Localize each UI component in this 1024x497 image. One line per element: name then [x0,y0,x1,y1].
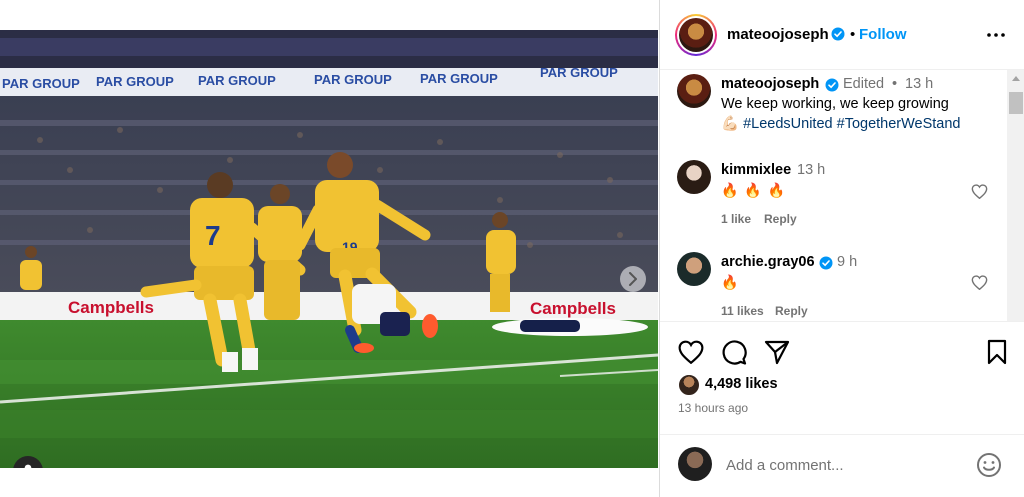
comment-icon[interactable] [721,339,747,365]
user-tag-icon [24,464,32,468]
sign-text: PAR GROUP [420,71,498,86]
liked-by-avatar[interactable] [678,374,700,396]
post-actions: 4,498 likes 13 hours ago [660,322,1024,434]
chevron-right-icon [629,272,637,286]
caption-line: We keep working, we keep growing [721,96,949,112]
current-user-avatar [678,447,712,481]
board-text: Campbells [530,299,616,318]
verified-icon [819,256,833,270]
verified-icon [825,78,839,92]
hashtag-link[interactable]: #LeedsUnited [743,116,833,132]
emoji-icon[interactable] [976,452,1002,478]
caption-dot: • [892,76,898,92]
caption-username[interactable]: mateoojoseph [721,76,819,92]
bookmark-icon[interactable] [987,339,1007,365]
comment-text: 🔥🔥🔥 [721,182,792,198]
more-icon[interactable] [987,33,1005,37]
sign-text: PAR GROUP [314,72,392,87]
comment-avatar[interactable] [677,160,711,194]
sign-text: PAR GROUP [198,73,276,88]
header-separator: • [850,26,856,43]
likes-count[interactable]: 4,498 likes [705,376,778,392]
next-photo-button[interactable] [620,266,646,292]
comment-username[interactable]: kimmixlee [721,162,791,178]
comment-likes[interactable]: 1 like [721,212,751,226]
board-text: Campbells [68,298,154,317]
post-photo[interactable]: PAR GROUP PAR GROUP PAR GROUP PAR GROUP … [0,30,658,468]
heart-icon[interactable] [971,275,988,290]
add-comment-bar [660,434,1024,497]
reply-button[interactable]: Reply [764,212,797,226]
comment-time[interactable]: 9 h [837,254,857,270]
comment-likes[interactable]: 11 likes [721,304,764,318]
comments-list[interactable]: mateoojoseph Edited • 13 h We keep worki… [660,70,1024,322]
verified-icon [831,27,845,41]
post-timestamp[interactable]: 13 hours ago [678,401,748,415]
comment-text: 🔥 [721,274,745,290]
post-header: mateoojoseph • Follow [660,0,1024,70]
stadium-photo: PAR GROUP PAR GROUP PAR GROUP PAR GROUP … [0,30,658,468]
author-avatar[interactable] [675,14,717,56]
caption-text: We keep working, we keep growing 💪🏻 #Lee… [721,94,1001,134]
caption-emoji: 💪🏻 [721,116,740,132]
author-username[interactable]: mateoojoseph [727,26,829,43]
jersey-number: 7 [205,220,221,251]
caption-time[interactable]: 13 h [905,76,933,92]
share-icon[interactable] [764,339,790,365]
sign-text: PAR GROUP [96,74,174,89]
comment-time[interactable]: 13 h [797,162,825,178]
comment-input[interactable] [726,453,966,477]
sign-text: PAR GROUP [2,76,80,91]
follow-button[interactable]: Follow [859,26,907,43]
comment-avatar[interactable] [677,252,711,286]
post-viewer: PAR GROUP PAR GROUP PAR GROUP PAR GROUP … [0,0,1024,497]
comment-username[interactable]: archie.gray06 [721,254,815,270]
sign-text: PAR GROUP [540,65,618,80]
heart-icon[interactable] [678,340,704,364]
hashtag-link[interactable]: #TogetherWeStand [837,116,961,132]
heart-icon[interactable] [971,184,988,199]
caption-avatar[interactable] [677,74,711,108]
scrollbar-thumb[interactable] [1009,92,1023,114]
post-sidebar: mateoojoseph • Follow mateoojoseph Edite… [659,0,1024,497]
reply-button[interactable]: Reply [775,304,808,318]
caption-edited: Edited [843,76,885,92]
scroll-up-arrow[interactable] [1012,76,1020,81]
